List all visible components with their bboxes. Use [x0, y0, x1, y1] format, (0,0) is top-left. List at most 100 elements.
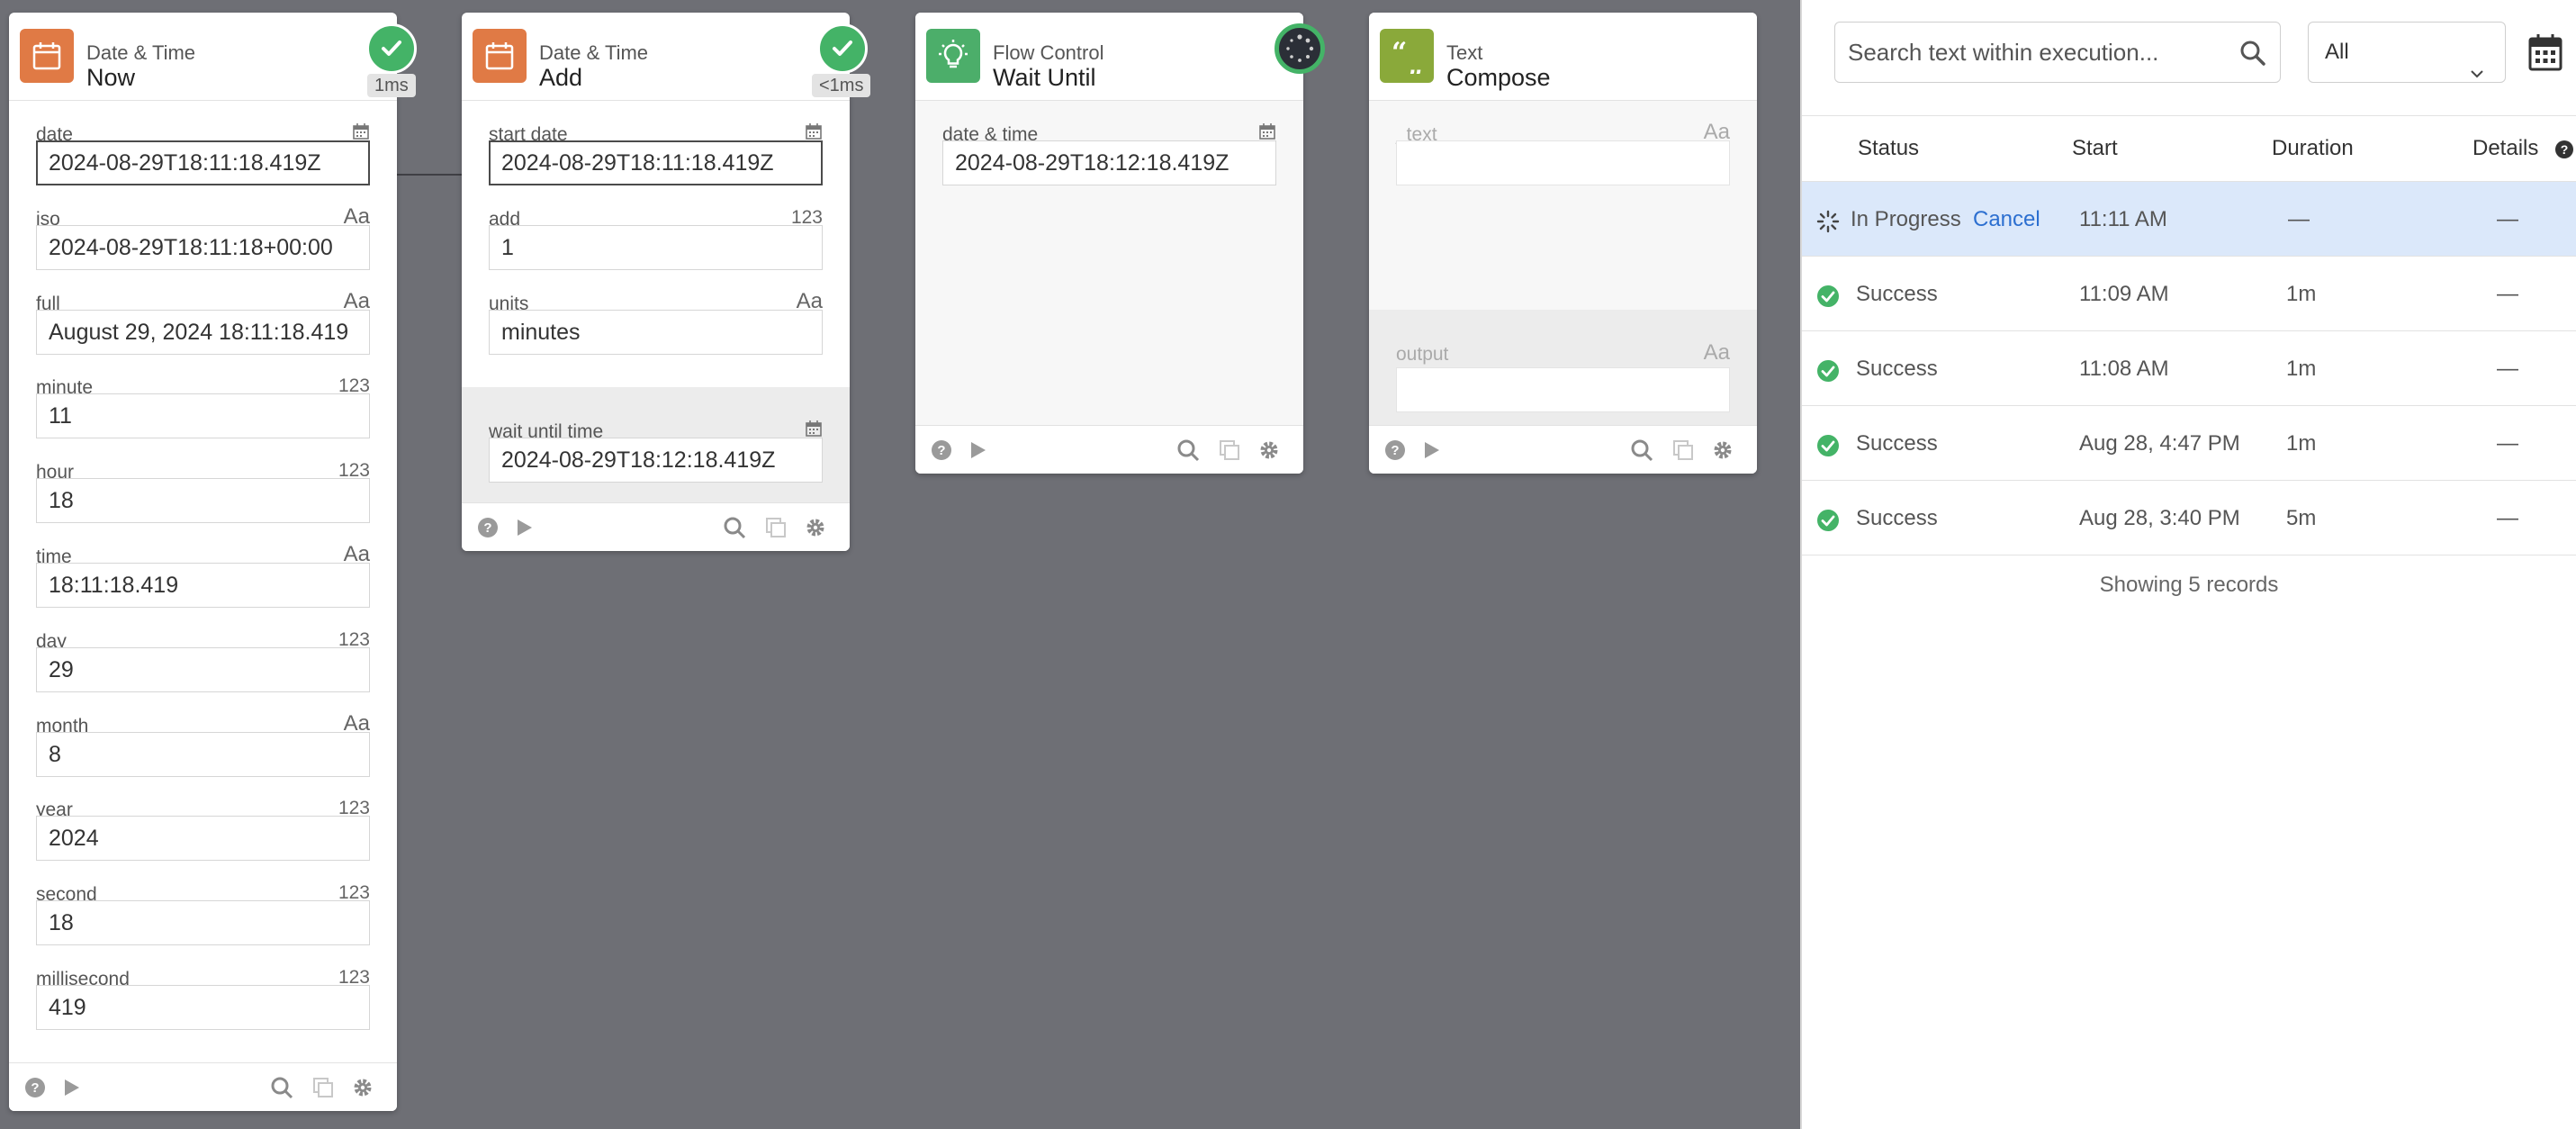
gear-icon[interactable] — [1711, 438, 1734, 462]
card-header[interactable]: Flow Control Wait Until — [915, 13, 1303, 101]
field-input[interactable]: 2024-08-29T18:11:18+00:00 — [36, 224, 370, 270]
details[interactable]: — — [2497, 431, 2518, 456]
status-text: Success — [1856, 357, 1938, 381]
card-header[interactable]: “„ Text Compose — [1369, 13, 1757, 101]
workflow-canvas[interactable]: Date & Time Now 1ms date 2024-08-29T18:11… — [0, 0, 1800, 1129]
field-input[interactable]: 419 — [36, 985, 370, 1030]
play-icon[interactable] — [512, 516, 536, 539]
field-input[interactable]: 29 — [36, 646, 370, 692]
start-time: 11:08 AM — [2079, 357, 2169, 381]
card-title: Now — [86, 64, 136, 91]
calendar-icon[interactable] — [2527, 32, 2567, 72]
field-input[interactable]: 2024-08-29T18:11:18.419Z — [489, 140, 823, 185]
duration: 1m — [2286, 357, 2317, 381]
card-title: Wait Until — [993, 64, 1096, 91]
table-row[interactable]: Success Aug 28, 3:40 PM 5m — — [1802, 481, 2576, 555]
svg-text:“: “ — [1392, 38, 1407, 68]
spinner-icon — [1816, 210, 1840, 233]
details[interactable]: — — [2497, 506, 2518, 531]
status-text: Success — [1856, 282, 1938, 306]
details[interactable]: — — [2497, 357, 2518, 382]
search-icon[interactable] — [270, 1076, 293, 1099]
cancel-link[interactable]: Cancel — [1973, 207, 2040, 232]
details[interactable]: — — [2497, 282, 2518, 307]
card-category: Flow Control — [993, 41, 1104, 64]
start-time: Aug 28, 4:47 PM — [2079, 431, 2240, 456]
search-input[interactable] — [1848, 23, 2226, 82]
play-icon[interactable] — [966, 438, 989, 462]
field-input[interactable]: 2024 — [36, 816, 370, 862]
details[interactable]: — — [2497, 207, 2518, 232]
svg-text:?: ? — [483, 520, 491, 536]
field-type: Aa — [1703, 340, 1730, 365]
field-input[interactable]: 2024-08-29T18:12:18.419Z — [942, 140, 1276, 185]
table-row[interactable]: Success 11:09 AM 1m — — [1802, 257, 2576, 331]
help-icon[interactable]: ? — [2554, 140, 2574, 164]
gear-icon[interactable] — [1257, 438, 1281, 462]
card-title: Compose — [1446, 64, 1551, 91]
table-row[interactable]: In Progress Cancel 11:11 AM — — — [1802, 182, 2576, 257]
column-duration[interactable]: Duration — [2272, 136, 2354, 161]
svg-text:?: ? — [2561, 142, 2569, 157]
svg-text:?: ? — [937, 443, 945, 458]
card-header[interactable]: Date & Time Now — [9, 13, 397, 101]
records-count: Showing 5 records — [2099, 573, 2279, 597]
svg-text:„: „ — [1408, 50, 1423, 74]
search-icon[interactable] — [1630, 438, 1653, 462]
search-icon[interactable] — [723, 516, 746, 539]
play-icon[interactable] — [59, 1076, 83, 1099]
timing-badge: 1ms — [367, 74, 416, 97]
card-compose[interactable]: “„ Text Compose _text_ Aa output Aa ? — [1369, 13, 1757, 474]
card-add[interactable]: Date & Time Add <1ms start date 2024-08-2… — [462, 13, 871, 551]
status-filter-select[interactable]: All — [2308, 22, 2506, 83]
copy-icon[interactable] — [1218, 438, 1241, 462]
field-input[interactable]: 18 — [36, 478, 370, 524]
field-input[interactable]: 8 — [36, 731, 370, 777]
gear-icon[interactable] — [804, 516, 827, 539]
copy-icon[interactable] — [764, 516, 788, 539]
search-box[interactable] — [1834, 22, 2281, 83]
copy-icon[interactable] — [1671, 438, 1695, 462]
field-input[interactable]: 18:11:18.419 — [36, 563, 370, 608]
duration: 5m — [2286, 506, 2317, 530]
table-row[interactable]: Success Aug 28, 4:47 PM 1m — — [1802, 406, 2576, 481]
calendar-icon — [20, 29, 74, 83]
output-section: wait until time 2024-08-29T18:12:18.419Z — [462, 387, 850, 502]
copy-icon[interactable] — [311, 1076, 335, 1099]
help-icon[interactable]: ? — [1383, 438, 1407, 462]
search-icon[interactable] — [1176, 438, 1200, 462]
field-input[interactable]: 18 — [36, 900, 370, 946]
card-footer: ? — [9, 1062, 397, 1111]
status-text: Success — [1856, 506, 1938, 530]
card-header[interactable]: Date & Time Add — [462, 13, 850, 101]
card-now[interactable]: Date & Time Now 1ms date 2024-08-29T18:11… — [9, 13, 417, 1111]
search-icon[interactable] — [2238, 39, 2267, 68]
lightbulb-icon — [926, 29, 980, 83]
field-input[interactable]: 2024-08-29T18:11:18.419Z — [36, 140, 370, 185]
help-icon[interactable]: ? — [476, 516, 500, 539]
help-icon[interactable]: ? — [23, 1076, 47, 1099]
field-input[interactable] — [1396, 140, 1730, 185]
help-icon[interactable]: ? — [930, 438, 953, 462]
card-footer: ? — [1369, 425, 1757, 474]
field-input[interactable]: minutes — [489, 309, 823, 355]
success-check-icon — [1816, 359, 1840, 383]
field-input[interactable]: August 29, 2024 18:11:18.419 — [36, 309, 370, 355]
column-status[interactable]: Status — [1858, 136, 1919, 161]
card-wait-until[interactable]: Flow Control Wait Until date & time 2024-… — [915, 13, 1325, 474]
field-input[interactable]: 1 — [489, 224, 823, 270]
card-category: Text — [1446, 41, 1483, 64]
timing-badge: <1ms — [812, 74, 871, 97]
gear-icon[interactable] — [351, 1076, 374, 1099]
column-start[interactable]: Start — [2072, 136, 2118, 161]
quote-icon: “„ — [1380, 29, 1434, 83]
table-row[interactable]: Success 11:08 AM 1m — — [1802, 331, 2576, 406]
chevron-down-icon — [2469, 46, 2485, 78]
execution-history-panel: All Status Start Duration Details ? In P… — [1800, 0, 2576, 1129]
field-input[interactable]: 11 — [36, 393, 370, 439]
card-title: Add — [539, 64, 583, 91]
column-details[interactable]: Details — [2472, 136, 2538, 161]
play-icon[interactable] — [1419, 438, 1443, 462]
success-check-icon — [817, 23, 868, 74]
svg-text:?: ? — [1391, 443, 1399, 458]
